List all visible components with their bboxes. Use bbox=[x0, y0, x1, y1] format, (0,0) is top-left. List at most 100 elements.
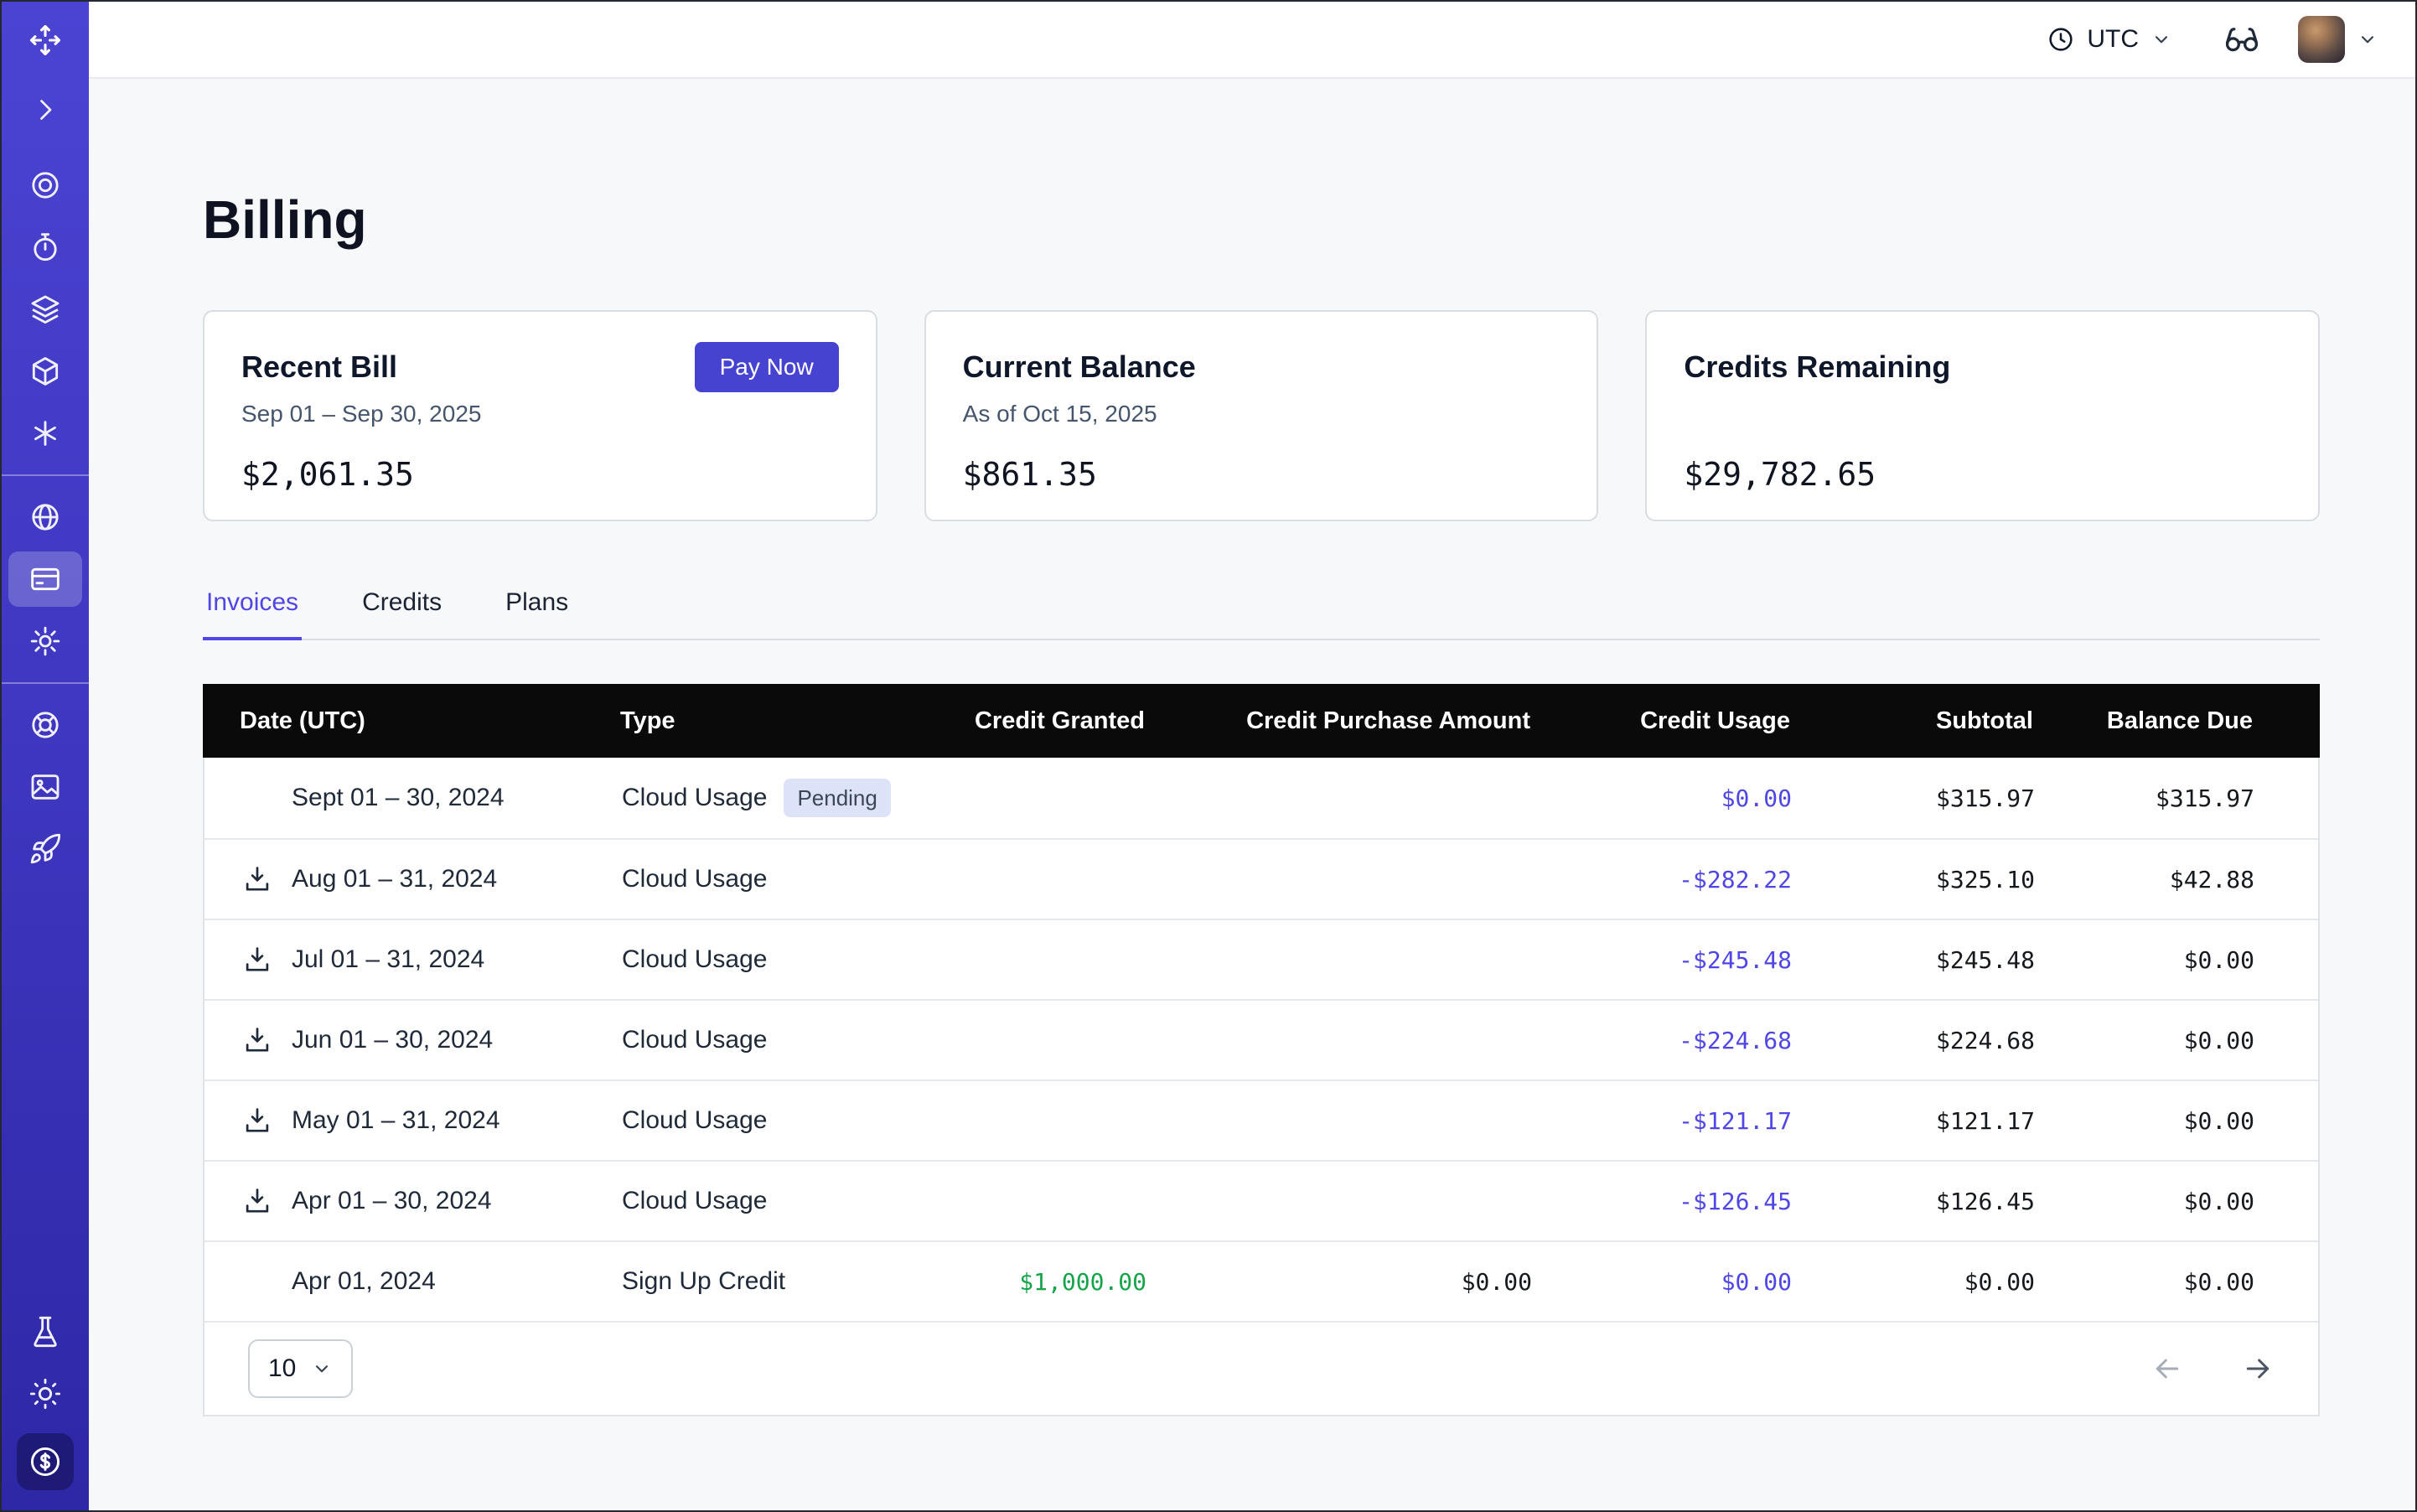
chevron-down-icon bbox=[2150, 28, 2172, 50]
invoice-date: Sept 01 – 30, 2024 bbox=[292, 784, 505, 812]
subtotal-cell: $0.00 bbox=[1839, 1268, 2082, 1296]
lifebuoy-icon bbox=[28, 708, 62, 742]
column-header: Balance Due bbox=[2080, 707, 2320, 735]
layers-icon bbox=[28, 293, 62, 326]
timezone-label: UTC bbox=[2087, 25, 2139, 54]
table-row: Jun 01 – 30, 2024 Cloud Usage -$224.68 $… bbox=[204, 999, 2318, 1080]
account-menu-button[interactable] bbox=[2298, 16, 2378, 63]
tab-plans[interactable]: Plans bbox=[502, 588, 572, 640]
card-title: Current Balance bbox=[963, 350, 1196, 385]
clock-icon bbox=[2047, 25, 2075, 54]
download-invoice-button[interactable] bbox=[241, 944, 273, 976]
balance-due-cell: $42.88 bbox=[2082, 866, 2321, 893]
sidebar-item-globe[interactable] bbox=[2, 486, 89, 548]
subtotal-cell: $315.97 bbox=[1839, 784, 2082, 812]
gear-icon bbox=[28, 624, 62, 658]
column-header: Subtotal bbox=[1837, 707, 2080, 735]
sidebar-item-settings[interactable] bbox=[2, 610, 89, 672]
page-size-value: 10 bbox=[268, 1354, 296, 1383]
download-invoice-button[interactable] bbox=[241, 1105, 273, 1137]
download-invoice-button[interactable] bbox=[241, 863, 273, 895]
tab-invoices[interactable]: Invoices bbox=[203, 588, 302, 640]
chevron-down-icon bbox=[311, 1358, 333, 1380]
tab-credits[interactable]: Credits bbox=[359, 588, 445, 640]
download-invoice-button[interactable] bbox=[241, 1185, 273, 1217]
credit-usage-cell: -$282.22 bbox=[1579, 866, 1839, 893]
column-header: Date (UTC) bbox=[203, 707, 580, 735]
balance-due-cell: $315.97 bbox=[2082, 784, 2321, 812]
table-row: May 01 – 31, 2024 Cloud Usage -$121.17 $… bbox=[204, 1080, 2318, 1160]
stopwatch-icon bbox=[28, 230, 62, 264]
invoice-date: Apr 01 – 30, 2024 bbox=[292, 1187, 492, 1215]
credit-usage-cell: -$224.68 bbox=[1579, 1027, 1839, 1054]
page-size-select[interactable]: 10 bbox=[248, 1339, 353, 1398]
sidebar-item-billing[interactable] bbox=[2, 548, 89, 610]
invoice-type: Cloud Usage bbox=[622, 945, 767, 974]
recent-bill-card: Recent Bill Pay Now Sep 01 – Sep 30, 202… bbox=[203, 310, 877, 521]
target-icon bbox=[28, 168, 62, 202]
pay-now-button[interactable]: Pay Now bbox=[695, 342, 839, 392]
sidebar-item-target[interactable] bbox=[2, 154, 89, 216]
glasses-icon bbox=[2223, 20, 2261, 59]
summary-cards: Recent Bill Pay Now Sep 01 – Sep 30, 202… bbox=[203, 310, 2320, 521]
glasses-button[interactable] bbox=[2223, 20, 2261, 59]
app-window: UTC Billing bbox=[0, 0, 2417, 1512]
column-header: Credit Granted bbox=[940, 707, 1192, 735]
invoice-date: Jul 01 – 31, 2024 bbox=[292, 945, 484, 974]
table-row: Apr 01, 2024 Sign Up Credit $1,000.00 $0… bbox=[204, 1240, 2318, 1321]
download-invoice-button[interactable] bbox=[241, 1024, 273, 1056]
download-icon bbox=[241, 1185, 273, 1217]
next-page-button[interactable] bbox=[2241, 1352, 2275, 1385]
card-subtitle: As of Oct 15, 2025 bbox=[963, 399, 1560, 429]
table-footer: 10 bbox=[204, 1321, 2318, 1415]
sidebar-item-support[interactable] bbox=[2, 694, 89, 756]
prev-page-button[interactable] bbox=[2150, 1352, 2184, 1385]
card-subtitle: Sep 01 – Sep 30, 2025 bbox=[241, 399, 839, 429]
main-content: Billing Recent Bill Pay Now Sep 01 – Sep… bbox=[89, 79, 2415, 1510]
arrow-right-icon bbox=[2241, 1352, 2275, 1385]
credit-usage-cell: -$245.48 bbox=[1579, 946, 1839, 974]
sidebar-item-credits[interactable] bbox=[17, 1433, 74, 1490]
card-amount: $29,782.65 bbox=[1684, 453, 2281, 496]
credit-purchase-cell: $0.00 bbox=[1193, 1268, 1579, 1296]
download-icon bbox=[241, 863, 273, 895]
flask-icon bbox=[28, 1315, 62, 1349]
card-amount: $2,061.35 bbox=[241, 453, 839, 496]
subtotal-cell: $224.68 bbox=[1839, 1027, 2082, 1054]
sidebar-item-gallery[interactable] bbox=[2, 756, 89, 818]
globe-icon bbox=[28, 500, 62, 534]
cube-icon bbox=[28, 355, 62, 388]
rocket-icon bbox=[28, 832, 62, 866]
column-header: Credit Usage bbox=[1577, 707, 1837, 735]
table-row: Apr 01 – 30, 2024 Cloud Usage -$126.45 $… bbox=[204, 1160, 2318, 1240]
balance-due-cell: $0.00 bbox=[2082, 1268, 2321, 1296]
chevron-right-icon bbox=[30, 95, 60, 125]
card-subtitle bbox=[1684, 399, 2281, 429]
avatar bbox=[2298, 16, 2345, 63]
timezone-select[interactable]: UTC bbox=[2047, 25, 2172, 54]
sun-icon bbox=[28, 1377, 62, 1411]
sidebar-item-launch[interactable] bbox=[2, 818, 89, 880]
sidebar-collapse-button[interactable] bbox=[2, 79, 89, 141]
card-title: Recent Bill bbox=[241, 350, 397, 385]
subtotal-cell: $121.17 bbox=[1839, 1107, 2082, 1135]
credit-usage-cell: -$121.17 bbox=[1579, 1107, 1839, 1135]
sidebar-divider bbox=[2, 474, 89, 476]
dollar-icon bbox=[27, 1443, 64, 1480]
credit-usage-cell: $0.00 bbox=[1579, 784, 1839, 812]
balance-due-cell: $0.00 bbox=[2082, 1027, 2321, 1054]
sidebar-item-asterisk[interactable] bbox=[2, 402, 89, 464]
sidebar-item-layers[interactable] bbox=[2, 278, 89, 340]
invoice-date: Jun 01 – 30, 2024 bbox=[292, 1026, 493, 1054]
table-row: Sept 01 – 30, 2024 Cloud Usage Pending $… bbox=[204, 758, 2318, 838]
sidebar-item-cube[interactable] bbox=[2, 340, 89, 402]
invoice-date: Apr 01, 2024 bbox=[292, 1267, 436, 1296]
sidebar-item-labs[interactable] bbox=[2, 1301, 89, 1363]
card-title: Credits Remaining bbox=[1684, 350, 1950, 385]
sidebar-item-theme[interactable] bbox=[2, 1363, 89, 1425]
page-title: Billing bbox=[203, 183, 2320, 256]
sidebar-item-stopwatch[interactable] bbox=[2, 216, 89, 278]
subtotal-cell: $245.48 bbox=[1839, 946, 2082, 974]
download-icon bbox=[241, 944, 273, 976]
subtotal-cell: $325.10 bbox=[1839, 866, 2082, 893]
